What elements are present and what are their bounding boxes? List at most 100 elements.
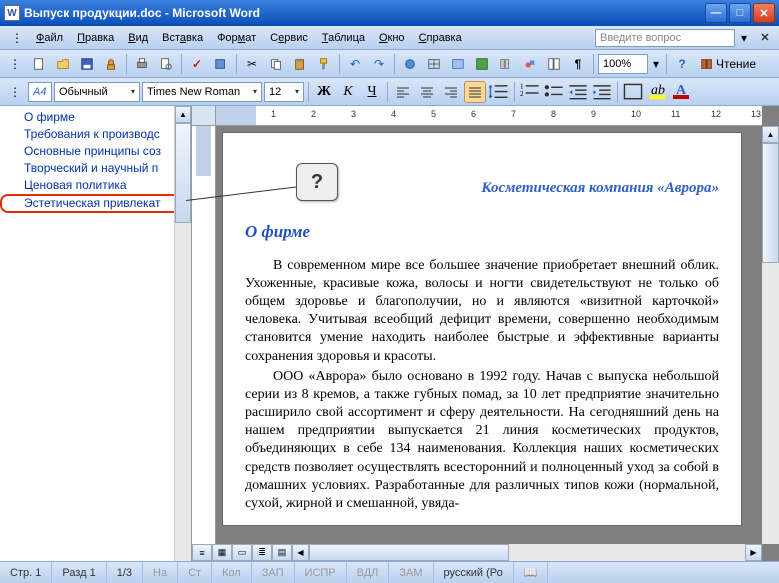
scroll-right-icon[interactable]: ▶ xyxy=(745,544,762,561)
underline-button[interactable]: Ч xyxy=(361,81,383,103)
paste-button[interactable] xyxy=(289,53,311,75)
close-button[interactable]: ✕ xyxy=(753,3,775,23)
style-indicator[interactable]: A4 xyxy=(28,82,52,102)
cut-button[interactable]: ✂ xyxy=(241,53,263,75)
align-right-button[interactable] xyxy=(440,81,462,103)
font-color-button[interactable]: A xyxy=(670,81,692,103)
toolbar-grip-2[interactable]: ⋮ xyxy=(4,81,26,103)
outline-item[interactable]: Основные принципы соз xyxy=(0,143,191,160)
copy-button[interactable] xyxy=(265,53,287,75)
numbered-list-button[interactable]: 12 xyxy=(519,81,541,103)
window-title: Выпуск продукции.doc - Microsoft Word xyxy=(24,6,705,20)
line-spacing-button[interactable] xyxy=(488,81,510,103)
align-left-button[interactable] xyxy=(392,81,414,103)
undo-button[interactable]: ↶ xyxy=(344,53,366,75)
outline-item[interactable]: Требования к производс xyxy=(0,126,191,143)
reading-view-button[interactable]: ▤ xyxy=(272,544,292,561)
menu-window[interactable]: Окно xyxy=(373,30,411,46)
status-page: Стр. 1 xyxy=(0,562,52,583)
svg-text:2: 2 xyxy=(520,90,524,98)
new-doc-button[interactable] xyxy=(28,53,50,75)
outline-scrollbar[interactable]: ▲ xyxy=(174,106,191,561)
font-size-combo[interactable]: 12▾ xyxy=(264,82,304,102)
status-book-icon[interactable]: 📖 xyxy=(514,562,549,583)
menu-help[interactable]: Справка xyxy=(413,30,468,46)
vertical-ruler[interactable] xyxy=(192,126,216,544)
document-page[interactable]: Косметическая компания «Аврора» О фирме … xyxy=(222,132,742,526)
maximize-button[interactable]: □ xyxy=(729,3,751,23)
outline-view-button[interactable]: ≣ xyxy=(252,544,272,561)
increase-indent-button[interactable] xyxy=(591,81,613,103)
scroll-left-icon[interactable]: ◀ xyxy=(292,544,309,561)
help-search-input[interactable]: Введите вопрос xyxy=(595,29,735,47)
bold-button[interactable]: Ж xyxy=(313,81,335,103)
toolbar-grip[interactable]: ⋮ xyxy=(4,53,26,75)
scroll-thumb[interactable] xyxy=(309,544,509,561)
open-button[interactable] xyxy=(52,53,74,75)
research-button[interactable] xyxy=(210,53,232,75)
horizontal-ruler[interactable]: 1 2 3 4 5 6 7 8 9 10 11 12 13 xyxy=(216,106,762,126)
heading-1: О фирме xyxy=(245,221,719,243)
redo-button[interactable]: ↷ xyxy=(368,53,390,75)
scroll-thumb[interactable] xyxy=(175,123,191,223)
show-marks-button[interactable]: ¶ xyxy=(567,53,589,75)
style-combo[interactable]: Обычный▾ xyxy=(54,82,140,102)
permissions-button[interactable] xyxy=(100,53,122,75)
ms-help-button[interactable]: ? xyxy=(671,53,693,75)
body-paragraph: В современном мире все большее значение … xyxy=(245,257,719,366)
vertical-scrollbar[interactable]: ▲ xyxy=(762,126,779,544)
reading-layout-button[interactable]: Чтение xyxy=(695,53,761,75)
scroll-thumb[interactable] xyxy=(762,143,779,263)
highlight-button[interactable]: ab xyxy=(646,81,668,103)
font-combo[interactable]: Times New Roman▾ xyxy=(142,82,262,102)
zoom-combo[interactable]: 100% xyxy=(598,54,648,74)
format-painter-button[interactable] xyxy=(313,53,335,75)
hyperlink-button[interactable] xyxy=(399,53,421,75)
hscroll-track[interactable] xyxy=(309,544,745,561)
save-button[interactable] xyxy=(76,53,98,75)
status-at: На xyxy=(143,562,178,583)
status-col: Кол xyxy=(212,562,252,583)
bullet-list-button[interactable] xyxy=(543,81,565,103)
columns-button[interactable] xyxy=(495,53,517,75)
outline-item[interactable]: О фирме xyxy=(0,109,191,126)
menu-tools[interactable]: Сервис xyxy=(264,30,314,46)
insert-table-button[interactable] xyxy=(447,53,469,75)
menu-insert[interactable]: Вставка xyxy=(156,30,209,46)
web-view-button[interactable]: ▦ xyxy=(212,544,232,561)
print-button[interactable] xyxy=(131,53,153,75)
zoom-dropdown[interactable]: ▾ xyxy=(650,53,662,75)
status-rec: ЗАП xyxy=(252,562,295,583)
minimize-button[interactable]: ― xyxy=(705,3,727,23)
close-document-button[interactable]: ✕ xyxy=(757,30,773,46)
app-icon-menu[interactable]: ⋮ xyxy=(6,27,28,49)
normal-view-button[interactable]: ≡ xyxy=(192,544,212,561)
menu-file[interactable]: Файл xyxy=(30,30,69,46)
ruler-corner xyxy=(192,106,216,126)
align-justify-button[interactable] xyxy=(464,81,486,103)
menu-edit[interactable]: Правка xyxy=(71,30,120,46)
company-title: Косметическая компания «Аврора» xyxy=(245,179,719,199)
body-paragraph: ООО «Аврора» было основано в 1992 году. … xyxy=(245,368,719,514)
scroll-up-icon[interactable]: ▲ xyxy=(175,106,191,123)
outline-item[interactable]: Творческий и научный п xyxy=(0,160,191,177)
outline-item[interactable]: Ценовая политика xyxy=(0,177,191,194)
spellcheck-button[interactable]: ✓ xyxy=(186,53,208,75)
print-preview-button[interactable] xyxy=(155,53,177,75)
tables-borders-button[interactable] xyxy=(423,53,445,75)
help-search-dropdown[interactable]: ▾ xyxy=(737,27,751,49)
outline-item-highlighted[interactable]: Эстетическая привлекат xyxy=(0,194,191,213)
doc-map-button[interactable] xyxy=(543,53,565,75)
borders-button[interactable] xyxy=(622,81,644,103)
scroll-up-icon[interactable]: ▲ xyxy=(762,126,779,143)
menu-table[interactable]: Таблица xyxy=(316,30,371,46)
decrease-indent-button[interactable] xyxy=(567,81,589,103)
excel-button[interactable] xyxy=(471,53,493,75)
italic-button[interactable]: К xyxy=(337,81,359,103)
align-center-button[interactable] xyxy=(416,81,438,103)
drawing-button[interactable] xyxy=(519,53,541,75)
status-line: Ст xyxy=(178,562,212,583)
menu-format[interactable]: Формат xyxy=(211,30,262,46)
print-view-button[interactable]: ▭ xyxy=(232,544,252,561)
menu-view[interactable]: Вид xyxy=(122,30,154,46)
